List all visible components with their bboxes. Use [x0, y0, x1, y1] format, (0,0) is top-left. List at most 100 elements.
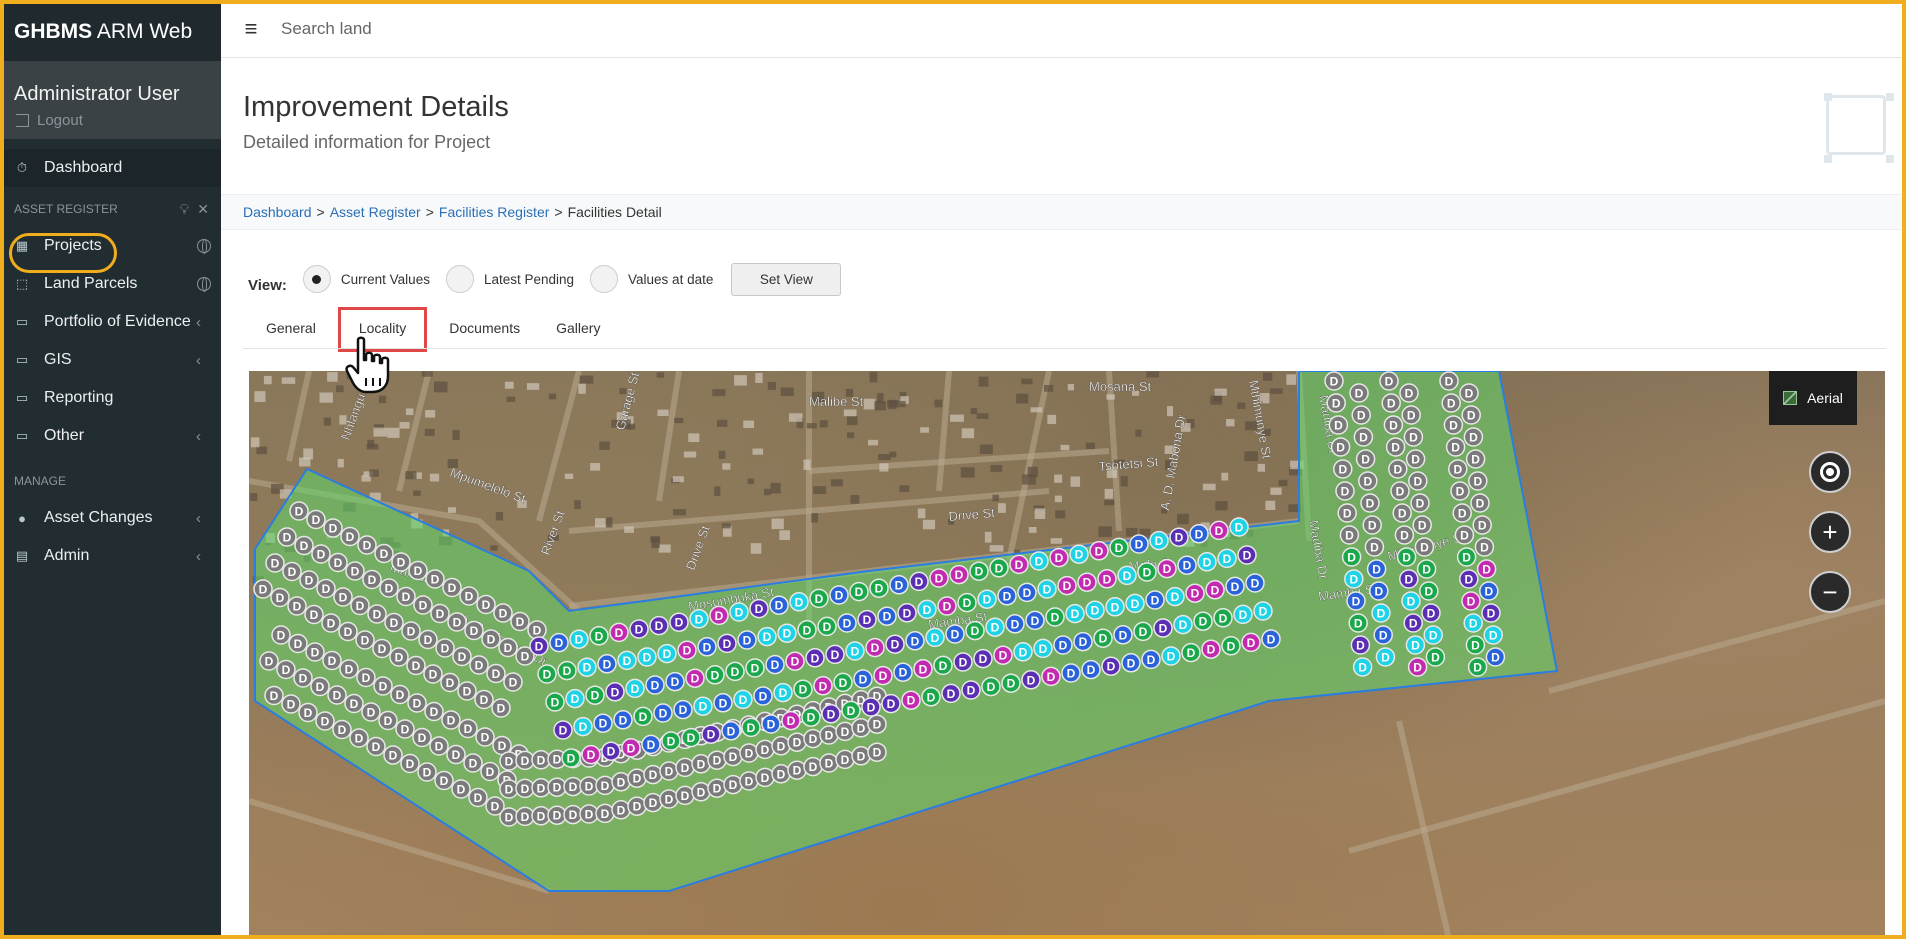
- tab-gallery[interactable]: Gallery: [538, 310, 618, 346]
- zoom-out-button[interactable]: −: [1809, 571, 1851, 613]
- stand-marker[interactable]: D: [787, 732, 807, 752]
- stand-marker[interactable]: D: [627, 796, 647, 816]
- stand-marker[interactable]: D: [1396, 547, 1417, 567]
- stand-marker[interactable]: D: [851, 746, 871, 766]
- stand-marker[interactable]: D: [835, 749, 855, 770]
- stand-marker[interactable]: D: [332, 719, 352, 740]
- stand-marker[interactable]: D: [661, 731, 681, 751]
- stand-marker[interactable]: D: [1173, 614, 1193, 635]
- stand-marker[interactable]: D: [1423, 625, 1443, 645]
- stand-marker[interactable]: D: [1463, 613, 1483, 633]
- stand-marker[interactable]: D: [1045, 607, 1065, 627]
- stand-marker[interactable]: D: [1375, 647, 1396, 667]
- stand-marker[interactable]: D: [1412, 515, 1432, 535]
- stand-marker[interactable]: D: [867, 714, 887, 734]
- stand-marker[interactable]: D: [1129, 534, 1149, 554]
- stand-marker[interactable]: D: [1025, 610, 1045, 631]
- stand-marker[interactable]: D: [350, 595, 370, 616]
- stand-marker[interactable]: D: [621, 738, 641, 758]
- stand-marker[interactable]: D: [1049, 547, 1069, 568]
- stand-marker[interactable]: D: [1137, 562, 1157, 582]
- stand-marker[interactable]: D: [771, 736, 791, 756]
- stand-marker[interactable]: D: [434, 770, 454, 791]
- stand-marker[interactable]: D: [476, 594, 496, 615]
- stand-marker[interactable]: D: [340, 526, 360, 547]
- stand-marker[interactable]: D: [1085, 600, 1105, 620]
- stand-marker[interactable]: D: [1101, 656, 1121, 676]
- stand-marker[interactable]: D: [781, 710, 801, 731]
- stand-marker[interactable]: D: [1355, 449, 1376, 469]
- stand-marker[interactable]: D: [1362, 515, 1382, 535]
- stand-marker[interactable]: D: [897, 603, 917, 623]
- stand-marker[interactable]: D: [277, 527, 297, 547]
- stand-marker[interactable]: D: [1483, 625, 1503, 645]
- stand-marker[interactable]: D: [721, 721, 741, 741]
- stand-marker[interactable]: D: [357, 535, 377, 555]
- stand-marker[interactable]: D: [1093, 628, 1113, 648]
- stand-marker[interactable]: D: [423, 664, 443, 684]
- stand-marker[interactable]: D: [821, 704, 841, 724]
- stand-marker[interactable]: D: [1371, 603, 1391, 623]
- stand-marker[interactable]: D: [1485, 647, 1506, 667]
- stand-marker[interactable]: D: [1394, 525, 1415, 545]
- app-brand[interactable]: GHBMS ARM Web: [0, 0, 221, 61]
- stand-marker[interactable]: D: [793, 679, 813, 699]
- stand-marker[interactable]: D: [789, 592, 809, 612]
- stand-marker[interactable]: D: [270, 587, 290, 608]
- stand-marker[interactable]: D: [510, 611, 530, 632]
- stand-marker[interactable]: D: [929, 568, 949, 588]
- stand-marker[interactable]: D: [1350, 635, 1371, 655]
- stand-marker[interactable]: D: [601, 741, 621, 761]
- stand-marker[interactable]: D: [829, 585, 849, 605]
- stand-marker[interactable]: D: [1141, 649, 1161, 670]
- stand-marker[interactable]: D: [1408, 471, 1428, 491]
- stand-marker[interactable]: D: [1229, 517, 1249, 537]
- stand-marker[interactable]: D: [1335, 481, 1355, 501]
- stand-marker[interactable]: D: [625, 678, 645, 699]
- sidebar-item-other[interactable]: ▭ Other ‹: [0, 417, 221, 455]
- stand-marker[interactable]: D: [723, 774, 743, 795]
- stand-marker[interactable]: D: [805, 648, 825, 668]
- stand-marker[interactable]: D: [771, 764, 791, 784]
- stand-marker[interactable]: D: [595, 775, 615, 796]
- stand-marker[interactable]: D: [613, 710, 633, 730]
- stand-marker[interactable]: D: [945, 624, 965, 644]
- stand-marker[interactable]: D: [837, 613, 857, 633]
- stand-marker[interactable]: D: [383, 745, 403, 765]
- stand-marker[interactable]: D: [1145, 590, 1165, 610]
- stand-marker[interactable]: D: [913, 659, 933, 679]
- breadcrumb-asset-register[interactable]: Asset Register: [330, 204, 421, 220]
- stand-marker[interactable]: D: [1333, 459, 1353, 479]
- stand-marker[interactable]: D: [493, 603, 513, 623]
- stand-marker[interactable]: D: [1425, 647, 1446, 667]
- layer-switch-button[interactable]: Aerial: [1769, 371, 1857, 425]
- stand-marker[interactable]: D: [338, 621, 358, 642]
- stand-marker[interactable]: D: [1029, 551, 1049, 571]
- stand-marker[interactable]: D: [893, 662, 913, 682]
- stand-marker[interactable]: D: [1121, 653, 1141, 673]
- stand-marker[interactable]: D: [1245, 573, 1265, 593]
- stand-marker[interactable]: D: [645, 675, 665, 695]
- stand-marker[interactable]: D: [549, 632, 569, 653]
- stand-marker[interactable]: D: [691, 782, 711, 802]
- stand-marker[interactable]: D: [865, 637, 885, 658]
- stand-marker[interactable]: D: [328, 552, 348, 573]
- stand-marker[interactable]: D: [1470, 493, 1490, 513]
- stand-marker[interactable]: D: [1369, 581, 1389, 601]
- stand-marker[interactable]: D: [545, 692, 565, 712]
- stand-marker[interactable]: D: [1401, 591, 1421, 611]
- stand-marker[interactable]: D: [1057, 575, 1077, 596]
- stand-marker[interactable]: D: [739, 771, 759, 791]
- stand-marker[interactable]: D: [424, 701, 444, 722]
- stand-marker[interactable]: D: [1383, 415, 1404, 435]
- stand-marker[interactable]: D: [1441, 393, 1461, 413]
- stand-marker[interactable]: D: [841, 700, 861, 721]
- stand-marker[interactable]: D: [675, 757, 695, 778]
- stand-marker[interactable]: D: [885, 634, 905, 654]
- stand-marker[interactable]: D: [1133, 621, 1153, 642]
- sidebar-item-gis[interactable]: ▭ GIS ‹: [0, 341, 221, 379]
- stand-marker[interactable]: D: [769, 595, 789, 615]
- stand-marker[interactable]: D: [481, 629, 501, 649]
- stand-marker[interactable]: D: [787, 760, 807, 780]
- stand-marker[interactable]: D: [1456, 547, 1477, 567]
